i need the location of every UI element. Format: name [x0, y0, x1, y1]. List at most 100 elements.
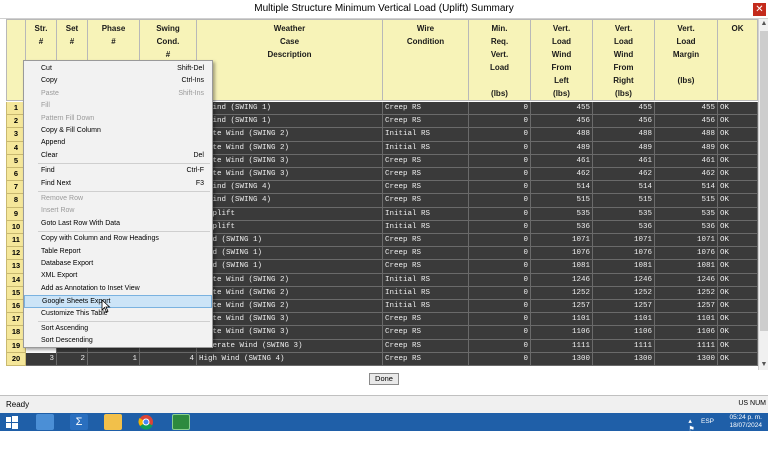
cell-left[interactable]: 1106	[531, 326, 593, 340]
tray-icons[interactable]: ▴ ⚑ ▭ ◀	[688, 417, 698, 449]
cell-weather[interactable]: High Wind (SWING 4)	[197, 352, 383, 366]
cell-weather[interactable]: Moderate Wind (SWING 3)	[197, 339, 383, 353]
scroll-up-icon[interactable]: ▲	[759, 19, 768, 29]
cell-margin[interactable]: 461	[655, 154, 718, 168]
cell-left[interactable]: 488	[531, 128, 593, 142]
menu-item-database-export[interactable]: Database Export	[24, 258, 212, 270]
column-header-left[interactable]: Vert. Load Wind From Left (lbs)	[531, 19, 593, 101]
cell-wire[interactable]: Creep RS	[383, 194, 469, 208]
cell-min[interactable]: 0	[469, 220, 531, 234]
cell-ok[interactable]: OK	[718, 194, 758, 208]
cell-right[interactable]: 1106	[593, 326, 655, 340]
cell-left[interactable]: 456	[531, 115, 593, 129]
cell-str[interactable]: 3	[26, 352, 57, 366]
cell-margin[interactable]: 489	[655, 141, 718, 155]
cell-weather[interactable]: d Uplift	[197, 220, 383, 234]
menu-item-insert-row[interactable]: Insert Row	[24, 205, 212, 217]
cell-weather[interactable]: Wind (SWING 1)	[197, 247, 383, 261]
cell-right[interactable]: 461	[593, 154, 655, 168]
cell-right[interactable]: 489	[593, 141, 655, 155]
menu-item-xml-export[interactable]: XML Export	[24, 270, 212, 282]
menu-item-find[interactable]: Find Ctrl-F	[24, 165, 212, 177]
cell-min[interactable]: 0	[469, 273, 531, 287]
cell-left[interactable]: 1252	[531, 286, 593, 300]
cell-wire[interactable]: Creep RS	[383, 154, 469, 168]
cell-margin[interactable]: 1076	[655, 247, 718, 261]
column-header-ok[interactable]: OK	[718, 19, 758, 101]
cell-margin[interactable]: 488	[655, 128, 718, 142]
cell-ok[interactable]: OK	[718, 115, 758, 129]
cell-wire[interactable]: Initial RS	[383, 128, 469, 142]
cell-right[interactable]: 536	[593, 220, 655, 234]
cell-right[interactable]: 1111	[593, 339, 655, 353]
cell-weather[interactable]: n Wind (SWING 1)	[197, 102, 383, 115]
menu-item-remove-row[interactable]: Remove Row	[24, 193, 212, 205]
cell-ok[interactable]: OK	[718, 181, 758, 195]
cell-left[interactable]: 1071	[531, 234, 593, 247]
cell-min[interactable]: 0	[469, 234, 531, 247]
column-header-weather[interactable]: Weather Case Description	[197, 19, 383, 101]
cell-weather[interactable]: Wind (SWING 1)	[197, 260, 383, 274]
cell-wire[interactable]: Initial RS	[383, 273, 469, 287]
cell-weather[interactable]: erate Wind (SWING 2)	[197, 286, 383, 300]
cell-min[interactable]: 0	[469, 326, 531, 340]
menu-item-clear[interactable]: Clear Del	[24, 150, 212, 162]
cell-wire[interactable]: Creep RS	[383, 115, 469, 129]
cell-weather[interactable]: erate Wind (SWING 2)	[197, 141, 383, 155]
pls-cadd-icon[interactable]	[172, 414, 190, 430]
cell-min[interactable]: 0	[469, 339, 531, 353]
cell-left[interactable]: 515	[531, 194, 593, 208]
cell-margin[interactable]: 456	[655, 115, 718, 129]
cell-right[interactable]: 488	[593, 128, 655, 142]
cell-ok[interactable]: OK	[718, 313, 758, 327]
cell-right[interactable]: 462	[593, 168, 655, 181]
cell-wire[interactable]: Creep RS	[383, 168, 469, 181]
cell-weather[interactable]: n Wind (SWING 4)	[197, 181, 383, 195]
cell-margin[interactable]: 535	[655, 207, 718, 221]
cell-min[interactable]: 0	[469, 128, 531, 142]
scroll-thumb[interactable]	[760, 31, 768, 331]
close-icon[interactable]: ✕	[753, 3, 766, 16]
cell-margin[interactable]: 1300	[655, 352, 718, 366]
menu-item-add-as-annotation-to-inset-view[interactable]: Add as Annotation to Inset View	[24, 283, 212, 295]
cell-wire[interactable]: Initial RS	[383, 300, 469, 313]
cell-min[interactable]: 0	[469, 115, 531, 129]
menu-item-sort-ascending[interactable]: Sort Ascending	[24, 323, 212, 335]
cell-weather[interactable]: n Wind (SWING 1)	[197, 115, 383, 129]
menu-item-find-next[interactable]: Find Next F3	[24, 178, 212, 190]
cell-right[interactable]: 514	[593, 181, 655, 195]
cell-wire[interactable]: Creep RS	[383, 326, 469, 340]
cell-ok[interactable]: OK	[718, 339, 758, 353]
cell-margin[interactable]: 515	[655, 194, 718, 208]
cell-ok[interactable]: OK	[718, 141, 758, 155]
cell-wire[interactable]: Creep RS	[383, 181, 469, 195]
cell-ok[interactable]: OK	[718, 220, 758, 234]
cell-weather[interactable]: n Wind (SWING 4)	[197, 194, 383, 208]
cell-margin[interactable]: 1111	[655, 339, 718, 353]
cell-right[interactable]: 1246	[593, 273, 655, 287]
cell-wire[interactable]: Initial RS	[383, 286, 469, 300]
cell-wire[interactable]: Initial RS	[383, 141, 469, 155]
cell-left[interactable]: 1101	[531, 313, 593, 327]
cell-ok[interactable]: OK	[718, 326, 758, 340]
cell-min[interactable]: 0	[469, 207, 531, 221]
cell-min[interactable]: 0	[469, 286, 531, 300]
column-header-margin[interactable]: Vert. Load Margin (lbs)	[655, 19, 718, 101]
cell-margin[interactable]: 1071	[655, 234, 718, 247]
cell-margin[interactable]: 1257	[655, 300, 718, 313]
cell-min[interactable]: 0	[469, 260, 531, 274]
cell-left[interactable]: 536	[531, 220, 593, 234]
cell-weather[interactable]: erate Wind (SWING 3)	[197, 154, 383, 168]
cell-min[interactable]: 0	[469, 247, 531, 261]
cell-wire[interactable]: Initial RS	[383, 207, 469, 221]
cell-wire[interactable]: Creep RS	[383, 339, 469, 353]
clock[interactable]: 05:24 p. m. 18/07/2024	[729, 414, 762, 430]
powershell-icon[interactable]: Σ	[70, 414, 88, 430]
menu-item-copy-with-column-and-row-headings[interactable]: Copy with Column and Row Headings	[24, 233, 212, 245]
cell-left[interactable]: 489	[531, 141, 593, 155]
cell-ok[interactable]: OK	[718, 286, 758, 300]
cell-weather[interactable]: erate Wind (SWING 2)	[197, 300, 383, 313]
cell-min[interactable]: 0	[469, 154, 531, 168]
cell-weather[interactable]: Wind (SWING 1)	[197, 234, 383, 247]
cell-margin[interactable]: 536	[655, 220, 718, 234]
